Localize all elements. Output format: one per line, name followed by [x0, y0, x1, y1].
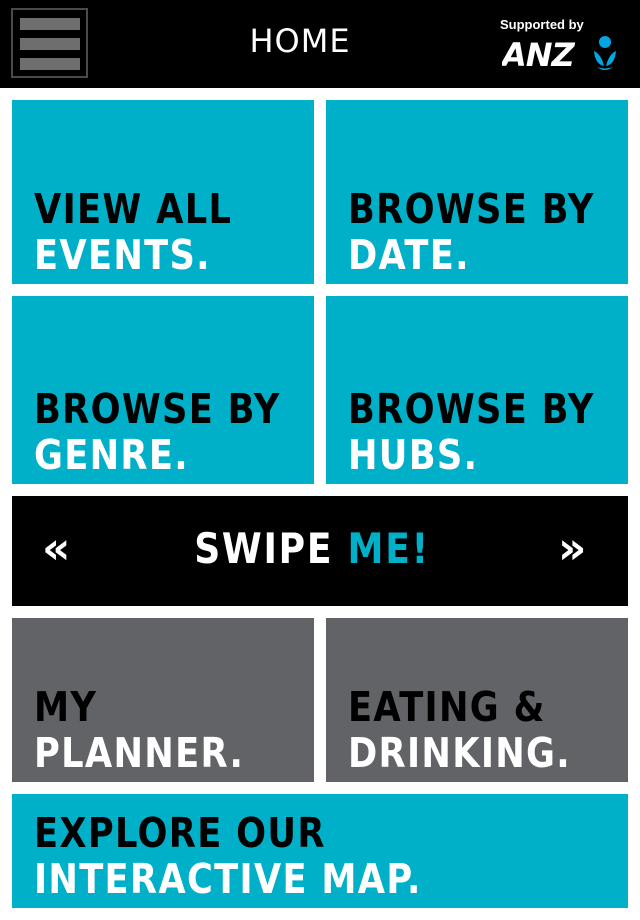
tile-interactive-map[interactable]: EXPLORE OUR INTERACTIVE MAP.: [12, 794, 628, 908]
tile-label: BROWSE BY HUBS.: [348, 386, 595, 478]
tile-label-line1: BROWSE BY: [34, 385, 281, 433]
tile-browse-by-genre[interactable]: BROWSE BY GENRE.: [12, 296, 314, 484]
anz-logo-text: ANZ: [502, 36, 576, 72]
tile-label-line1: EATING &: [348, 683, 546, 731]
swipe-banner[interactable]: « SWIPE ME! »: [12, 496, 628, 606]
tile-label-line2: EVENTS.: [34, 231, 211, 279]
tile-eating-drinking[interactable]: EATING & DRINKING.: [326, 618, 628, 782]
tile-label-line1: BROWSE BY: [348, 385, 595, 433]
tile-my-planner[interactable]: MY PLANNER.: [12, 618, 314, 782]
tile-label-line2: PLANNER.: [34, 729, 245, 777]
tile-label: MY PLANNER.: [34, 684, 244, 776]
sponsor-label: Supported by: [500, 17, 584, 32]
tile-browse-by-date[interactable]: BROWSE BY DATE.: [326, 100, 628, 284]
double-chevron-right-icon[interactable]: »: [558, 526, 586, 572]
tile-label-line2: GENRE.: [34, 431, 189, 479]
tile-label-line2: DRINKING.: [348, 729, 571, 777]
swipe-label-word2: ME!: [347, 524, 430, 573]
swipe-label: SWIPE ME!: [54, 526, 570, 572]
anz-people-icon: [594, 36, 616, 70]
tile-label-line1: MY: [34, 683, 98, 731]
tile-label-line1: BROWSE BY: [348, 185, 595, 233]
tile-label-line2: INTERACTIVE MAP.: [34, 855, 422, 903]
tile-label-line1: VIEW ALL: [34, 185, 233, 233]
header-bar: HOME Supported by ANZ: [0, 0, 640, 88]
tile-label: BROWSE BY DATE.: [348, 186, 595, 278]
tile-label-line2: HUBS.: [348, 431, 479, 479]
tile-label: EXPLORE OUR INTERACTIVE MAP.: [34, 810, 422, 902]
tile-label: EATING & DRINKING.: [348, 684, 571, 776]
tile-label: VIEW ALL EVENTS.: [34, 186, 232, 278]
tile-browse-by-hubs[interactable]: BROWSE BY HUBS.: [326, 296, 628, 484]
tile-label-line2: DATE.: [348, 231, 470, 279]
anz-logo: ANZ: [502, 36, 616, 72]
swipe-label-word1: SWIPE: [194, 524, 334, 573]
tile-label-line1: EXPLORE OUR: [34, 809, 326, 857]
tile-view-all-events[interactable]: VIEW ALL EVENTS.: [12, 100, 314, 284]
tile-label: BROWSE BY GENRE.: [34, 386, 281, 478]
